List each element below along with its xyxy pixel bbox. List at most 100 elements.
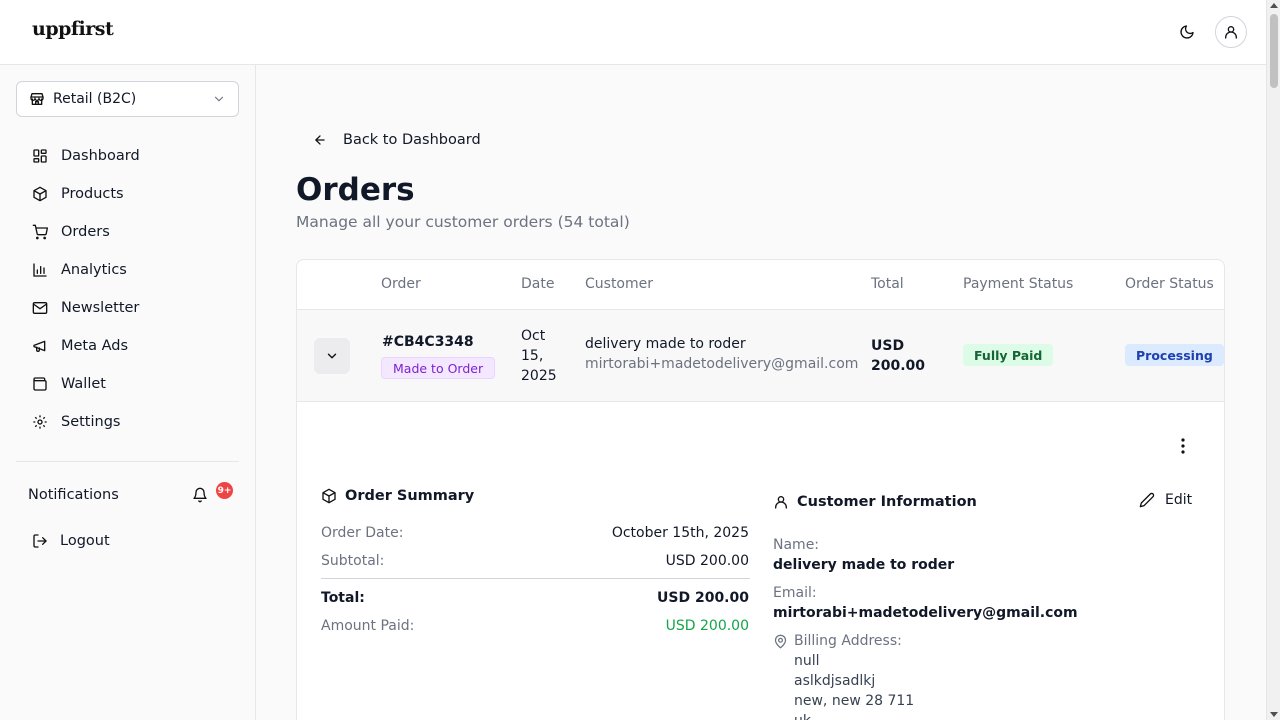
order-summary-title: Order Summary: [321, 488, 474, 504]
scroll-up-arrow[interactable]: [1270, 3, 1278, 8]
billing-address-label: Billing Address:: [773, 633, 902, 649]
sidebar-item-label: Orders: [61, 224, 110, 240]
order-total: USD 200.00: [871, 338, 926, 374]
order-date-label: Order Date:: [321, 525, 404, 541]
order-type-badge: Made to Order: [381, 357, 496, 379]
billing-address-line: new, new 28 711: [794, 693, 915, 709]
pencil-icon: [1139, 492, 1155, 508]
expand-row-button[interactable]: [314, 338, 350, 374]
cart-icon: [32, 224, 48, 240]
mail-icon: [32, 302, 48, 314]
sidebar-item-label: Settings: [61, 414, 121, 430]
notification-count-badge: 9+: [216, 482, 233, 499]
amount-paid-label: Amount Paid:: [321, 618, 415, 634]
user-menu-button[interactable]: [1215, 16, 1247, 48]
column-header-payment-status: Payment Status: [963, 276, 1074, 292]
map-pin-icon: [774, 634, 787, 648]
app-logo[interactable]: uppfirst: [32, 18, 114, 40]
customer-name-value: delivery made to roder: [773, 557, 955, 573]
edit-label: Edit: [1165, 492, 1193, 508]
column-header-total: Total: [871, 276, 904, 292]
billing-address-line: aslkdjsadlkj: [794, 673, 876, 689]
customer-email-label: Email:: [773, 585, 817, 601]
wallet-icon: [33, 377, 47, 391]
customer-info-title: Customer Information: [773, 494, 977, 510]
order-summary-title-text: Order Summary: [345, 488, 475, 504]
sidebar-item-wallet[interactable]: Wallet: [16, 367, 239, 401]
billing-address-line: null: [794, 653, 820, 669]
sidebar-item-label: Wallet: [61, 376, 106, 392]
sidebar-item-label: Newsletter: [61, 300, 140, 316]
logout-label: Logout: [60, 533, 110, 549]
billing-address-label-text: Billing Address:: [794, 633, 902, 649]
sidebar-item-label: Dashboard: [61, 148, 140, 164]
column-header-order: Order: [381, 276, 421, 292]
user-icon: [1225, 26, 1237, 39]
amount-paid-value: USD 200.00: [665, 618, 749, 634]
sidebar-item-label: Analytics: [61, 262, 127, 278]
customer-name: delivery made to roder: [585, 336, 746, 352]
megaphone-icon: [33, 340, 46, 352]
theme-toggle-button[interactable]: [1171, 16, 1203, 48]
orders-table-card: Order Date Customer Total Payment Status…: [296, 259, 1225, 720]
sidebar-item-settings[interactable]: Settings: [16, 405, 239, 439]
column-header-date: Date: [521, 276, 555, 292]
sidebar-item-analytics[interactable]: Analytics: [16, 253, 239, 287]
back-to-dashboard-link[interactable]: Back to Dashboard: [313, 128, 481, 152]
customer-info-title-text: Customer Information: [797, 494, 977, 510]
sidebar-item-products[interactable]: Products: [16, 177, 239, 211]
store-selector-label: Retail (B2C): [53, 91, 137, 107]
table-row[interactable]: #CB4C3348 Made to Order Oct 15, 2025 del…: [297, 310, 1224, 402]
notifications-label: Notifications: [28, 487, 119, 503]
summary-divider: [321, 578, 750, 579]
bell-icon: [192, 487, 208, 503]
billing-address-line: uk: [794, 713, 811, 720]
logout-button[interactable]: Logout: [16, 525, 239, 557]
back-link-label: Back to Dashboard: [343, 132, 481, 148]
sidebar-item-dashboard[interactable]: Dashboard: [16, 139, 239, 173]
chevron-down-icon: [214, 96, 224, 102]
order-date: Oct 15, 2025: [521, 328, 557, 384]
page-title: Orders: [296, 172, 415, 208]
package-icon: [33, 186, 47, 202]
total-value: USD 200.00: [657, 590, 749, 606]
customer-name-label: Name:: [773, 537, 820, 553]
moon-icon: [1180, 25, 1194, 39]
arrow-left-icon: [315, 135, 325, 145]
store-icon: [30, 93, 44, 105]
package-icon: [322, 488, 336, 504]
column-header-order-status: Order Status: [1125, 276, 1214, 292]
gear-icon: [33, 415, 47, 429]
subtotal-label: Subtotal:: [321, 553, 385, 569]
sidebar-divider: [16, 461, 239, 462]
customer-email: mirtorabi+madetodelivery@gmail.com: [585, 356, 859, 372]
payment-status-badge: Fully Paid: [963, 344, 1054, 366]
total-label: Total:: [321, 590, 365, 606]
more-actions-button[interactable]: [1173, 434, 1193, 458]
sidebar-item-label: Products: [61, 186, 124, 202]
grid-icon: [33, 149, 47, 163]
user-icon: [775, 496, 787, 509]
chevron-down-icon: [327, 353, 337, 359]
edit-customer-button[interactable]: Edit: [1139, 492, 1192, 508]
customer-email-value: mirtorabi+madetodelivery@gmail.com: [773, 605, 1078, 621]
bar-chart-icon: [33, 263, 47, 277]
scroll-thumb[interactable]: [1270, 14, 1278, 88]
sidebar-item-orders[interactable]: Orders: [16, 215, 239, 249]
sidebar-item-label: Meta Ads: [61, 338, 129, 354]
notifications-item[interactable]: Notifications: [28, 480, 234, 510]
store-selector[interactable]: Retail (B2C): [16, 81, 239, 117]
column-header-customer: Customer: [585, 276, 654, 292]
sidebar: Retail (B2C) Dashboard Products Orders A…: [0, 65, 256, 720]
page-scrollbar[interactable]: [1266, 0, 1280, 720]
subtotal-value: USD 200.00: [665, 553, 749, 569]
order-id[interactable]: #CB4C3348: [382, 334, 474, 350]
page-subtitle: Manage all your customer orders (54 tota…: [296, 213, 630, 231]
more-vertical-icon: [1181, 438, 1185, 454]
sidebar-item-newsletter[interactable]: Newsletter: [16, 291, 239, 325]
logout-icon: [33, 534, 47, 548]
sidebar-item-meta-ads[interactable]: Meta Ads: [16, 329, 239, 363]
order-date-value: October 15th, 2025: [611, 525, 749, 541]
top-bar: uppfirst: [0, 0, 1266, 65]
scroll-down-arrow[interactable]: [1270, 712, 1278, 717]
